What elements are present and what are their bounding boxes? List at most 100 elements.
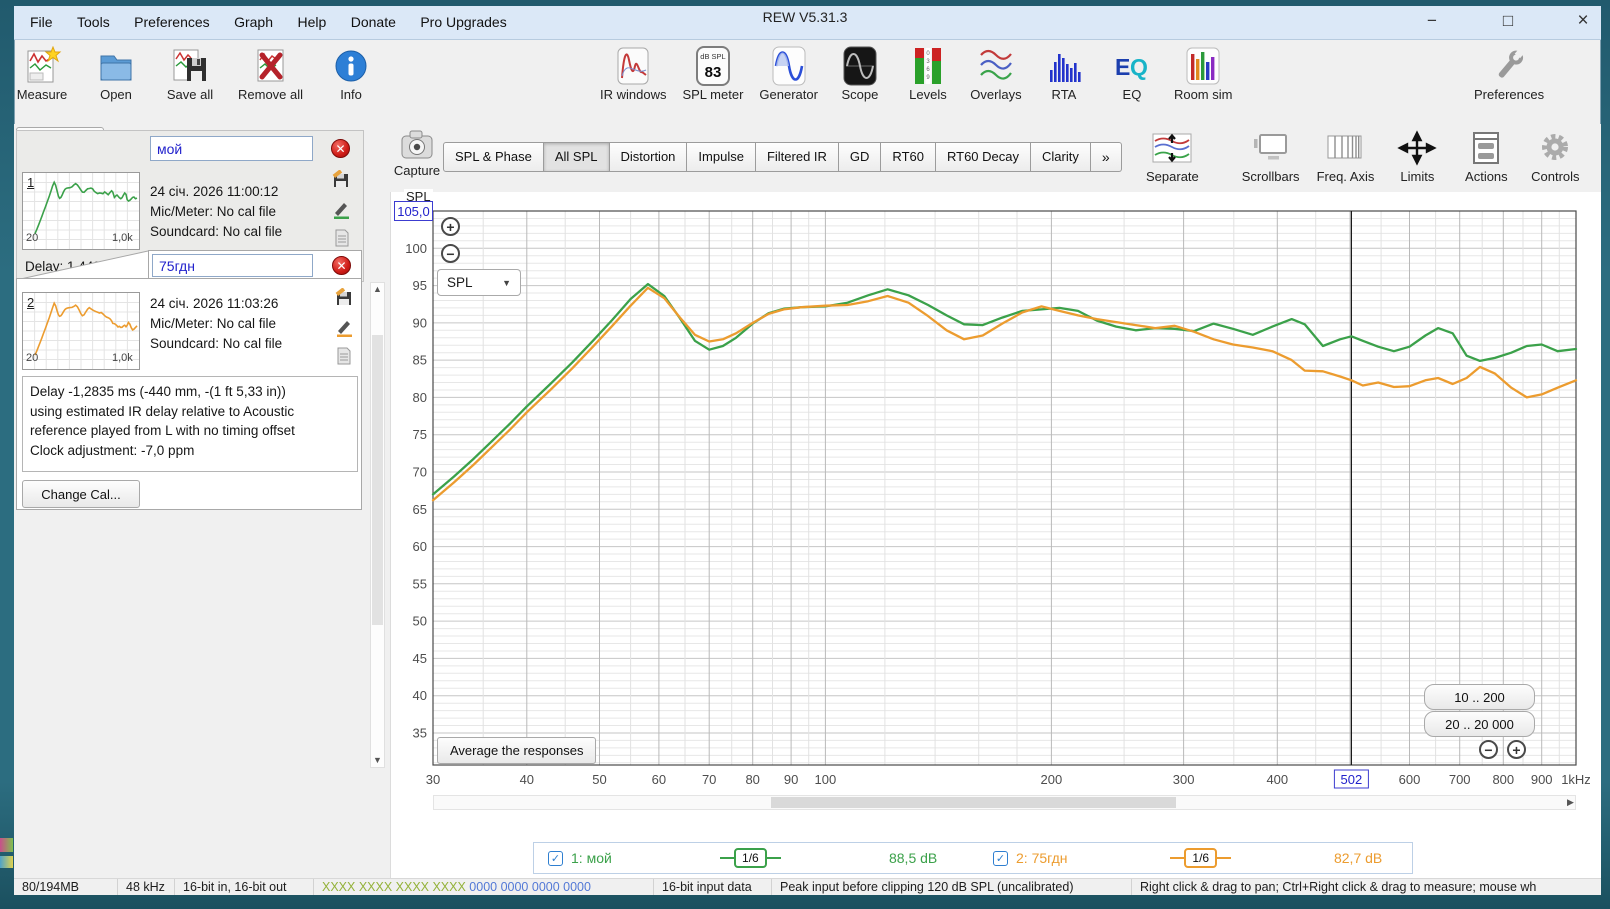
x-zoom-out-button[interactable]: −	[1479, 740, 1498, 759]
minimize-button[interactable]: −	[1410, 6, 1454, 36]
menu-tools[interactable]: Tools	[67, 6, 120, 37]
legend-item-2: ✓ 2: 75гдн 1/6 82,7 dB	[993, 848, 1398, 868]
trace-type-dropdown[interactable]: SPL ▼	[437, 269, 521, 296]
y-axis-max-input[interactable]: 105,0	[394, 201, 433, 221]
rta-button[interactable]: RTA	[1038, 46, 1090, 102]
freq-axis-button[interactable]: Freq. Axis	[1317, 128, 1374, 184]
measurement-1-delete-button[interactable]: ✕	[331, 139, 350, 158]
tab-spl-phase[interactable]: SPL & Phase	[443, 142, 544, 172]
chart-scrollbar-thumb[interactable]	[771, 797, 1176, 808]
button-label: Separate	[1146, 169, 1199, 184]
svg-text:83: 83	[705, 64, 722, 81]
scroll-right-icon[interactable]: ▶	[1567, 796, 1574, 809]
freq-range-10-200-button[interactable]: 10 .. 200	[1424, 684, 1535, 710]
tabs-overflow-button[interactable]: »	[1090, 142, 1122, 172]
y-zoom-out-button[interactable]: −	[441, 244, 460, 263]
thumbnail-axis-min: 20	[26, 232, 39, 244]
status-bar: 80/194MB 48 kHz 16-bit in, 16-bit out XX…	[14, 878, 1601, 895]
measure-button[interactable]: Measure	[16, 46, 68, 102]
separate-button[interactable]: Separate	[1146, 128, 1199, 184]
scroll-down-icon[interactable]: ▼	[371, 754, 384, 767]
delay-line: Delay -1,2835 ms (-440 mm, -(1 ft 5,33 i…	[30, 384, 286, 399]
measurement-2-notes-icon[interactable]	[334, 346, 354, 366]
generator-button[interactable]: Generator	[759, 46, 818, 102]
tab-impulse[interactable]: Impulse	[687, 142, 756, 172]
save-all-button[interactable]: Save all	[164, 46, 216, 102]
measurement-2-name-input[interactable]	[152, 254, 313, 277]
measurement-1-name-input[interactable]	[150, 136, 313, 161]
close-button[interactable]: ×	[1561, 6, 1605, 36]
spl-meter-button[interactable]: dB SPL 83 SPL meter	[682, 46, 743, 102]
actions-button[interactable]: Actions	[1460, 128, 1512, 184]
change-cal-button[interactable]: Change Cal...	[22, 480, 140, 508]
levels-button[interactable]: 0369 Levels	[902, 46, 954, 102]
svg-text:55: 55	[413, 576, 427, 591]
menu-donate[interactable]: Donate	[341, 6, 406, 37]
status-sample-rate: 48 kHz	[118, 879, 175, 895]
freq-range-20-20000-button[interactable]: 20 .. 20 000	[1424, 711, 1535, 737]
measurement-2-trace-pen-icon[interactable]	[334, 318, 354, 338]
x-zoom-in-button[interactable]: +	[1507, 740, 1526, 759]
measurement-2-soundcard: Soundcard: No cal file	[150, 336, 283, 351]
gear-icon	[1532, 128, 1578, 168]
panel-scrollbar[interactable]: ▲ ▼	[370, 282, 385, 768]
toolbar-label: Scope	[841, 87, 879, 102]
tab-all-spl[interactable]: All SPL	[543, 142, 610, 172]
measurement-2-save-icon[interactable]	[334, 287, 354, 308]
trace-1-checkbox[interactable]: ✓	[548, 850, 563, 866]
menu-pro-upgrades[interactable]: Pro Upgrades	[410, 6, 516, 37]
eq-button[interactable]: EQ EQ	[1106, 46, 1158, 102]
tab-rt60[interactable]: RT60	[881, 142, 936, 172]
svg-text:75: 75	[413, 427, 427, 442]
preferences-button[interactable]: Preferences	[1474, 46, 1544, 102]
menu-help[interactable]: Help	[287, 6, 336, 37]
trace-2-smoothing-badge[interactable]: 1/6	[1170, 848, 1232, 868]
tab-gd[interactable]: GD	[838, 142, 882, 172]
input-bits-zero: 0000 0000 0000 0000	[465, 880, 591, 894]
measurement-2-delay-info: Delay -1,2835 ms (-440 mm, -(1 ft 5,33 i…	[22, 376, 358, 472]
tab-distortion[interactable]: Distortion	[609, 142, 688, 172]
menu-preferences[interactable]: Preferences	[124, 6, 219, 37]
toolbar-label: EQ	[1122, 87, 1142, 102]
tab-rt60-decay[interactable]: RT60 Decay	[935, 142, 1031, 172]
toolbar-label: RTA	[1051, 87, 1077, 102]
status-bit-depth: 16-bit in, 16-bit out	[175, 879, 314, 895]
tab-filtered-ir[interactable]: Filtered IR	[755, 142, 839, 172]
svg-text:50: 50	[413, 614, 427, 629]
y-zoom-in-button[interactable]: +	[441, 217, 460, 236]
button-label: Controls	[1531, 169, 1580, 184]
menu-graph[interactable]: Graph	[224, 6, 283, 37]
info-button[interactable]: Info	[325, 46, 377, 102]
capture-button[interactable]: Capture	[391, 128, 443, 178]
toolbar-label: Preferences	[1474, 87, 1545, 102]
info-icon	[328, 46, 374, 86]
remove-all-button[interactable]: Remove all	[238, 46, 303, 102]
open-button[interactable]: Open	[90, 46, 142, 102]
scope-button[interactable]: Scope	[834, 46, 886, 102]
measurement-1-trace-pen-icon[interactable]	[331, 200, 351, 220]
limits-button[interactable]: Limits	[1391, 128, 1443, 184]
ir-windows-button[interactable]: IR windows	[600, 46, 666, 102]
trace-1-smoothing-badge[interactable]: 1/6	[720, 848, 781, 868]
average-responses-button[interactable]: Average the responses	[437, 737, 597, 764]
maximize-button[interactable]: □	[1486, 6, 1530, 36]
levels-icon: 0369	[905, 46, 951, 86]
toolbar-label: Levels	[909, 87, 947, 102]
controls-button[interactable]: Controls	[1529, 128, 1581, 184]
svg-text:30: 30	[426, 772, 440, 787]
scroll-up-icon[interactable]: ▲	[371, 283, 384, 296]
svg-text:90: 90	[413, 315, 427, 330]
measurement-2-delete-button[interactable]: ✕	[332, 256, 351, 275]
tab-clarity[interactable]: Clarity	[1031, 142, 1091, 172]
measurement-1-save-icon[interactable]	[331, 169, 351, 190]
thumbnail-axis-min: 20	[26, 352, 39, 364]
overlays-button[interactable]: Overlays	[970, 46, 1022, 102]
trace-2-checkbox[interactable]: ✓	[993, 850, 1008, 866]
room-sim-button[interactable]: Room sim	[1174, 46, 1232, 102]
measurement-1-notes-icon[interactable]	[332, 228, 352, 248]
button-label: Scrollbars	[1241, 169, 1300, 184]
scrollbars-button[interactable]: Scrollbars	[1242, 128, 1300, 184]
menu-file[interactable]: File	[20, 6, 63, 37]
panel-scrollbar-thumb[interactable]	[372, 335, 383, 625]
chart-horizontal-scrollbar[interactable]	[433, 795, 1576, 810]
